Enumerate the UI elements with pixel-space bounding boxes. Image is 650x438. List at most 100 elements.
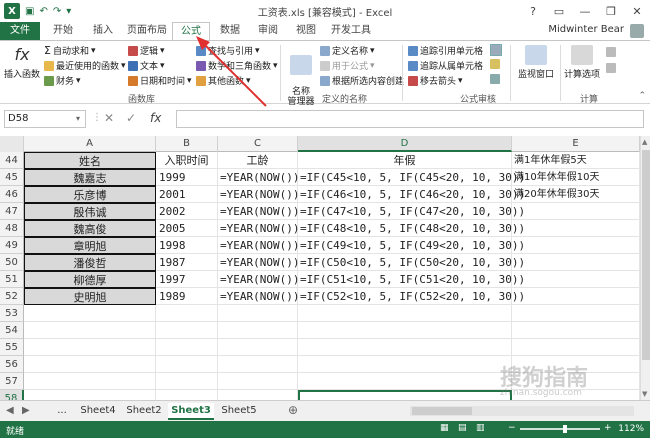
row-header[interactable]: 44 (0, 152, 24, 169)
cell-b44[interactable]: 入职时间 (156, 152, 218, 169)
name-box[interactable]: D58 (4, 110, 86, 128)
cell-c44[interactable]: 工龄 (218, 152, 298, 169)
page-layout-icon[interactable]: ▤ (458, 423, 467, 433)
sheet-tab-sheet5[interactable]: Sheet5 (216, 403, 262, 420)
cell-b47[interactable]: 2002 (156, 203, 218, 220)
tab-formulas[interactable]: 公式 (172, 22, 210, 41)
cell-a58[interactable] (24, 390, 156, 400)
cell-a55[interactable] (24, 339, 156, 356)
cell-a48[interactable]: 魏高俊 (24, 220, 156, 237)
cell-a54[interactable] (24, 322, 156, 339)
tab-review[interactable]: 审阅 (250, 22, 286, 40)
sheet-tab-more[interactable]: ... (52, 403, 72, 420)
sheet-tab-sheet2[interactable]: Sheet2 (122, 403, 166, 420)
cell-a44[interactable]: 姓名 (24, 152, 156, 169)
cell-c51[interactable]: =YEAR(NOW()) (218, 271, 299, 288)
calculate-sheet-button[interactable] (606, 63, 616, 73)
cell-d44[interactable]: 年假 (298, 152, 512, 169)
scroll-down-icon[interactable]: ▼ (642, 390, 647, 398)
cell-e52[interactable] (512, 288, 640, 305)
evaluate-formula-button[interactable] (490, 74, 500, 84)
chevron-down-icon[interactable]: ▾ (76, 114, 80, 123)
avatar[interactable] (630, 24, 644, 38)
cell-a56[interactable] (24, 356, 156, 373)
cell-a51[interactable]: 柳德厚 (24, 271, 156, 288)
zoom-slider[interactable] (520, 428, 600, 430)
cell-b50[interactable]: 1987 (156, 254, 218, 271)
tab-file[interactable]: 文件 (0, 22, 40, 40)
row-header[interactable]: 52 (0, 288, 24, 305)
cell-e50[interactable] (512, 254, 640, 271)
datetime-button[interactable]: 日期和时间 ▾ (128, 74, 192, 87)
cell-c52[interactable]: =YEAR(NOW()) (218, 288, 299, 305)
name-manager-button[interactable]: 名称 管理器 (284, 45, 318, 107)
cell-c49[interactable]: =YEAR(NOW()) (218, 237, 299, 254)
cell-e45[interactable]: 满10年休年假10天 (512, 169, 640, 186)
trace-precedents-button[interactable]: 追踪引用单元格 (408, 44, 483, 57)
cell-c57[interactable] (218, 373, 298, 390)
column-header-c[interactable]: C (218, 136, 298, 152)
tab-home[interactable]: 开始 (44, 22, 82, 40)
cell-d45[interactable]: =IF(C45<10, 5, IF(C45<20, 10, 30)) (298, 169, 525, 186)
minimize-icon[interactable]: — (572, 0, 598, 22)
cell-b56[interactable] (156, 356, 218, 373)
row-header[interactable]: 45 (0, 169, 24, 186)
autosum-button[interactable]: Σ 自动求和 ▾ (44, 44, 96, 57)
cell-d46[interactable]: =IF(C46<10, 5, IF(C46<20, 10, 30)) (298, 186, 525, 203)
select-all-button[interactable] (0, 136, 24, 152)
cell-d47[interactable]: =IF(C47<10, 5, IF(C47<20, 10, 30)) (298, 203, 525, 220)
scroll-up-icon[interactable]: ▲ (642, 138, 647, 146)
collapse-ribbon-icon[interactable]: ⌃ (638, 91, 646, 101)
row-header[interactable]: 58 (0, 390, 24, 400)
cell-e53[interactable] (512, 305, 640, 322)
row-header[interactable]: 55 (0, 339, 24, 356)
cell-c58[interactable] (218, 390, 298, 400)
enter-icon[interactable]: ✓ (126, 111, 136, 125)
cell-d50[interactable]: =IF(C50<10, 5, IF(C50<20, 10, 30)) (298, 254, 525, 271)
logical-button[interactable]: 逻辑 ▾ (128, 44, 165, 57)
cell-c54[interactable] (218, 322, 298, 339)
cell-a47[interactable]: 殷伟诚 (24, 203, 156, 220)
calculation-options-button[interactable]: 计算选项 (562, 45, 602, 80)
close-icon[interactable]: ✕ (624, 0, 650, 22)
cell-b58[interactable] (156, 390, 218, 400)
vertical-scrollbar[interactable]: ▲ ▼ (640, 136, 650, 400)
tab-data[interactable]: 数据 (212, 22, 248, 40)
text-button[interactable]: 文本 ▾ (128, 59, 165, 72)
ribbon-display-icon[interactable]: ▭ (546, 0, 572, 22)
cell-e49[interactable] (512, 237, 640, 254)
cell-b52[interactable]: 1989 (156, 288, 218, 305)
cell-e47[interactable] (512, 203, 640, 220)
column-header-a[interactable]: A (24, 136, 156, 152)
add-sheet-icon[interactable]: ⊕ (288, 403, 298, 417)
cell-e54[interactable] (512, 322, 640, 339)
cell-c56[interactable] (218, 356, 298, 373)
insert-function-icon[interactable]: fx (150, 111, 161, 125)
cell-d57[interactable] (298, 373, 512, 390)
row-header[interactable]: 49 (0, 237, 24, 254)
calculate-now-button[interactable] (606, 47, 616, 57)
row-header[interactable]: 48 (0, 220, 24, 237)
insert-function-button[interactable]: fx 插入函数 (4, 45, 40, 80)
trace-dependents-button[interactable]: 追踪从属单元格 (408, 59, 483, 72)
error-check-button[interactable] (490, 59, 500, 69)
define-name-button[interactable]: 定义名称 ▾ (320, 44, 375, 57)
row-header[interactable]: 57 (0, 373, 24, 390)
column-header-b[interactable]: B (156, 136, 218, 152)
tab-view[interactable]: 视图 (288, 22, 324, 40)
cell-b55[interactable] (156, 339, 218, 356)
cell-b46[interactable]: 2001 (156, 186, 218, 203)
cell-a53[interactable] (24, 305, 156, 322)
cell-a52[interactable]: 史明旭 (24, 288, 156, 305)
cell-a45[interactable]: 魏嘉志 (24, 169, 156, 186)
horizontal-scroll-thumb[interactable] (412, 407, 472, 415)
cell-d52[interactable]: =IF(C52<10, 5, IF(C52<20, 10, 30)) (298, 288, 525, 305)
cell-b51[interactable]: 1997 (156, 271, 218, 288)
cell-b48[interactable]: 2005 (156, 220, 218, 237)
cell-d53[interactable] (298, 305, 512, 322)
watch-window-button[interactable]: 监视窗口 (514, 45, 558, 80)
cell-e44[interactable]: 满1年休年假5天 (512, 152, 640, 169)
cell-d49[interactable]: =IF(C49<10, 5, IF(C49<20, 10, 30)) (298, 237, 525, 254)
zoom-in-icon[interactable]: + (604, 423, 612, 433)
cell-c55[interactable] (218, 339, 298, 356)
